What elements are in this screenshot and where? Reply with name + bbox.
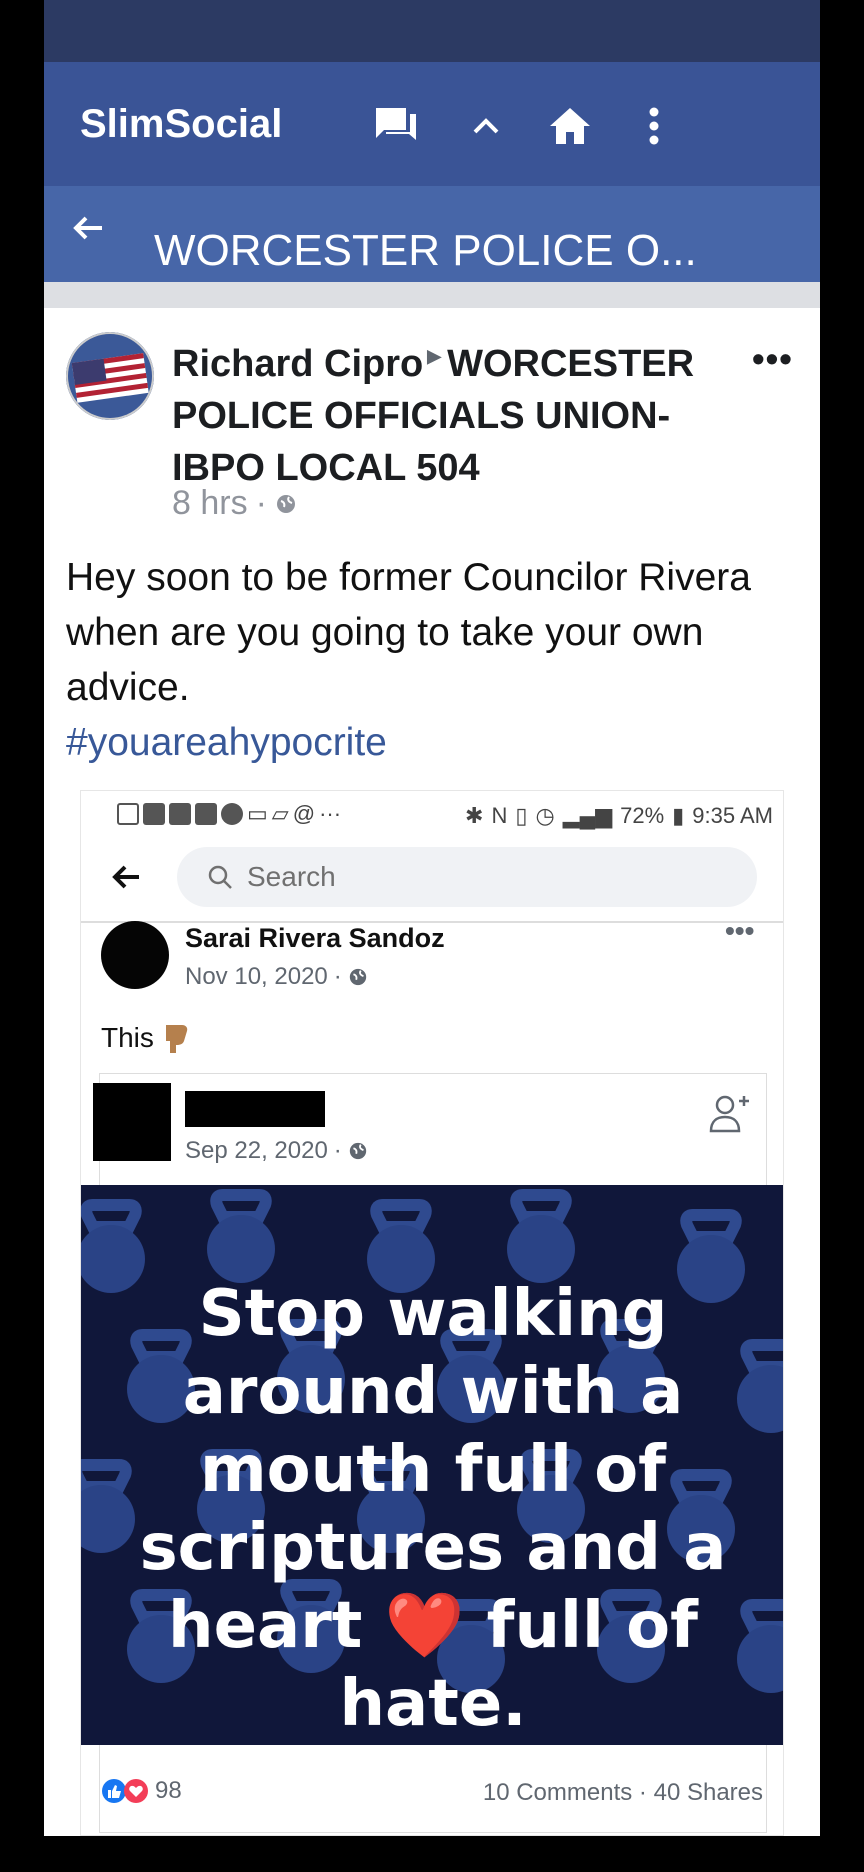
post-author-line: Richard Cipro ▶ WORCESTER POLICE OFFICIALS… [172,330,732,494]
back-arrow-icon[interactable] [66,206,110,250]
inner-post-text: This [101,1021,192,1055]
post-text: Hey soon to be former Councilor Rivera w… [66,556,751,709]
inner-author[interactable]: Sarai Rivera Sandoz [185,923,445,954]
inner-date: Nov 10, 2020 [185,963,328,990]
attached-screenshot[interactable]: ▭ ▱ @ ··· ✱ N ▯ ◷ ▂▄▆ 72% ▮ 9:35 AM Sear… [80,790,784,1836]
battery-percent: 72% [620,803,665,828]
home-icon[interactable] [540,96,600,156]
screenshot-status-bar: ▭ ▱ @ ··· ✱ N ▯ ◷ ▂▄▆ 72% ▮ 9:35 AM [81,791,783,841]
globe-icon [349,1142,366,1160]
notification-icon [117,803,139,825]
app-bar: SlimSocial [44,62,820,186]
notification-icons: ▭ ▱ @ ··· [117,801,341,827]
meme-caption: Stop walking around with a mouth full of… [139,1277,727,1741]
chat-bubble-icon: ▱ [271,801,289,826]
group-title: WORCESTER POLICE O... [154,226,697,275]
notification-icon [195,803,217,825]
redacted-name [185,1091,325,1127]
post-meta: 8 hrs · [172,484,297,523]
group-header: WORCESTER POLICE O... [44,186,820,282]
pointing-down-icon [165,1025,188,1053]
alarm-icon: ◷ [535,803,555,828]
status-bar [44,0,820,62]
post-body: Hey soon to be former Councilor Rivera w… [66,550,796,770]
shares-count[interactable]: 40 Shares [654,1779,763,1806]
inner-post-meta: Nov 10, 2020 · [185,963,368,991]
avatar[interactable] [66,332,154,420]
notification-icon [169,803,191,825]
globe-icon [276,494,295,513]
separator [44,282,820,308]
bluetooth-icon: ✱ [465,803,484,828]
notification-icon [143,803,165,825]
vibrate-icon: ▯ [515,803,528,828]
at-icon: @ [292,801,316,826]
nfc-icon: N [491,803,508,828]
system-icons: ✱ N ▯ ◷ ▂▄▆ 72% ▮ 9:35 AM [465,803,773,829]
shared-date: Sep 22, 2020 [185,1137,328,1164]
screenshot-search-bar: Search [81,841,783,911]
app-frame: SlimSocial WORCESTER POLICE O... Richard… [44,0,820,1836]
globe-icon [349,968,366,986]
hashtag-link[interactable]: #youareahypocrite [66,715,796,770]
search-icon [208,865,232,889]
arrow-right-icon: ▶ [427,346,442,366]
clock: 9:35 AM [692,803,773,828]
inner-avatar[interactable] [101,921,169,989]
signal-icon: ▂▄▆ [562,803,613,828]
app-title: SlimSocial [80,102,283,146]
redacted-avatar [93,1083,171,1161]
chat-icon[interactable] [366,96,426,156]
overflow-menu-icon[interactable] [624,96,684,156]
more-options-icon[interactable]: ••• [752,338,793,380]
reaction-count: 98 [155,1777,182,1804]
search-placeholder: Search [247,861,336,892]
post-stats[interactable]: 10 Comments · 40 Shares [483,1779,763,1807]
search-input[interactable]: Search [177,847,757,907]
shared-post-meta: Sep 22, 2020 · [185,1137,368,1165]
inner-more-icon[interactable]: ••• [725,915,754,947]
meme-image[interactable]: Stop walking around with a mouth full of… [81,1185,783,1745]
more-icon: ··· [319,801,342,826]
post-time[interactable]: 8 hrs [172,484,248,523]
back-arrow-icon[interactable] [111,863,141,896]
add-friend-icon[interactable] [707,1091,751,1140]
reaction-summary[interactable]: 98 [101,1777,182,1805]
facebook-icon [221,803,243,825]
love-icon [124,1779,148,1803]
comments-count[interactable]: 10 Comments [483,1779,632,1806]
battery-icon: ▮ [672,803,685,828]
chevron-up-icon[interactable] [456,96,516,156]
author-name[interactable]: Richard Cipro [172,343,423,385]
message-icon: ▭ [247,801,268,826]
